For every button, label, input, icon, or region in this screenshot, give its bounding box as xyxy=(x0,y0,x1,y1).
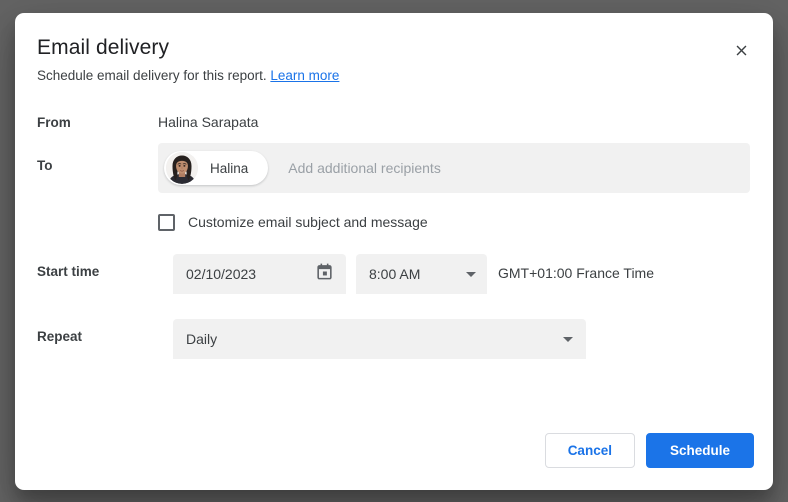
repeat-select[interactable]: Daily xyxy=(173,319,586,359)
schedule-button[interactable]: Schedule xyxy=(646,433,754,468)
to-row: To xyxy=(15,143,773,193)
start-time-value: 8:00 AM xyxy=(369,266,420,282)
recipient-chip-label: Halina xyxy=(210,161,248,176)
timezone-label: GMT+01:00 France Time xyxy=(498,265,654,281)
from-label: From xyxy=(37,115,71,130)
customize-checkbox[interactable] xyxy=(158,214,175,231)
dialog-footer: Cancel Schedule xyxy=(545,433,754,468)
chevron-down-icon[interactable] xyxy=(466,272,476,277)
start-time-row: Start time 02/10/2023 8:00 AM GMT+01:00 … xyxy=(15,254,773,294)
customize-row: Customize email subject and message xyxy=(15,211,773,233)
from-value: Halina Sarapata xyxy=(158,114,258,130)
from-row: From Halina Sarapata xyxy=(15,112,773,132)
customize-checkbox-wrapper[interactable]: Customize email subject and message xyxy=(158,214,428,231)
customize-checkbox-label: Customize email subject and message xyxy=(188,214,428,230)
close-dialog-button[interactable] xyxy=(726,37,756,67)
start-date-value: 02/10/2023 xyxy=(186,266,256,282)
dialog-subtitle-text: Schedule email delivery for this report. xyxy=(37,68,267,83)
start-date-input[interactable]: 02/10/2023 xyxy=(173,254,346,294)
learn-more-link[interactable]: Learn more xyxy=(270,68,339,83)
repeat-label: Repeat xyxy=(37,329,82,344)
calendar-icon[interactable] xyxy=(315,262,334,286)
avatar xyxy=(166,152,198,184)
recipients-placeholder: Add additional recipients xyxy=(288,160,441,176)
close-icon xyxy=(733,42,750,62)
email-delivery-dialog: Email delivery Schedule email delivery f… xyxy=(15,13,773,490)
dialog-subtitle: Schedule email delivery for this report.… xyxy=(37,68,339,83)
recipient-chip[interactable]: Halina xyxy=(164,151,268,185)
dialog-title: Email delivery xyxy=(37,36,169,60)
start-time-select[interactable]: 8:00 AM xyxy=(356,254,487,294)
to-label: To xyxy=(37,158,53,173)
chevron-down-icon[interactable] xyxy=(563,337,573,342)
start-time-label: Start time xyxy=(37,264,99,279)
repeat-value: Daily xyxy=(186,331,217,347)
recipients-input[interactable]: Halina Add additional recipients xyxy=(158,143,750,193)
cancel-button[interactable]: Cancel xyxy=(545,433,635,468)
repeat-row: Repeat Daily xyxy=(15,319,773,359)
